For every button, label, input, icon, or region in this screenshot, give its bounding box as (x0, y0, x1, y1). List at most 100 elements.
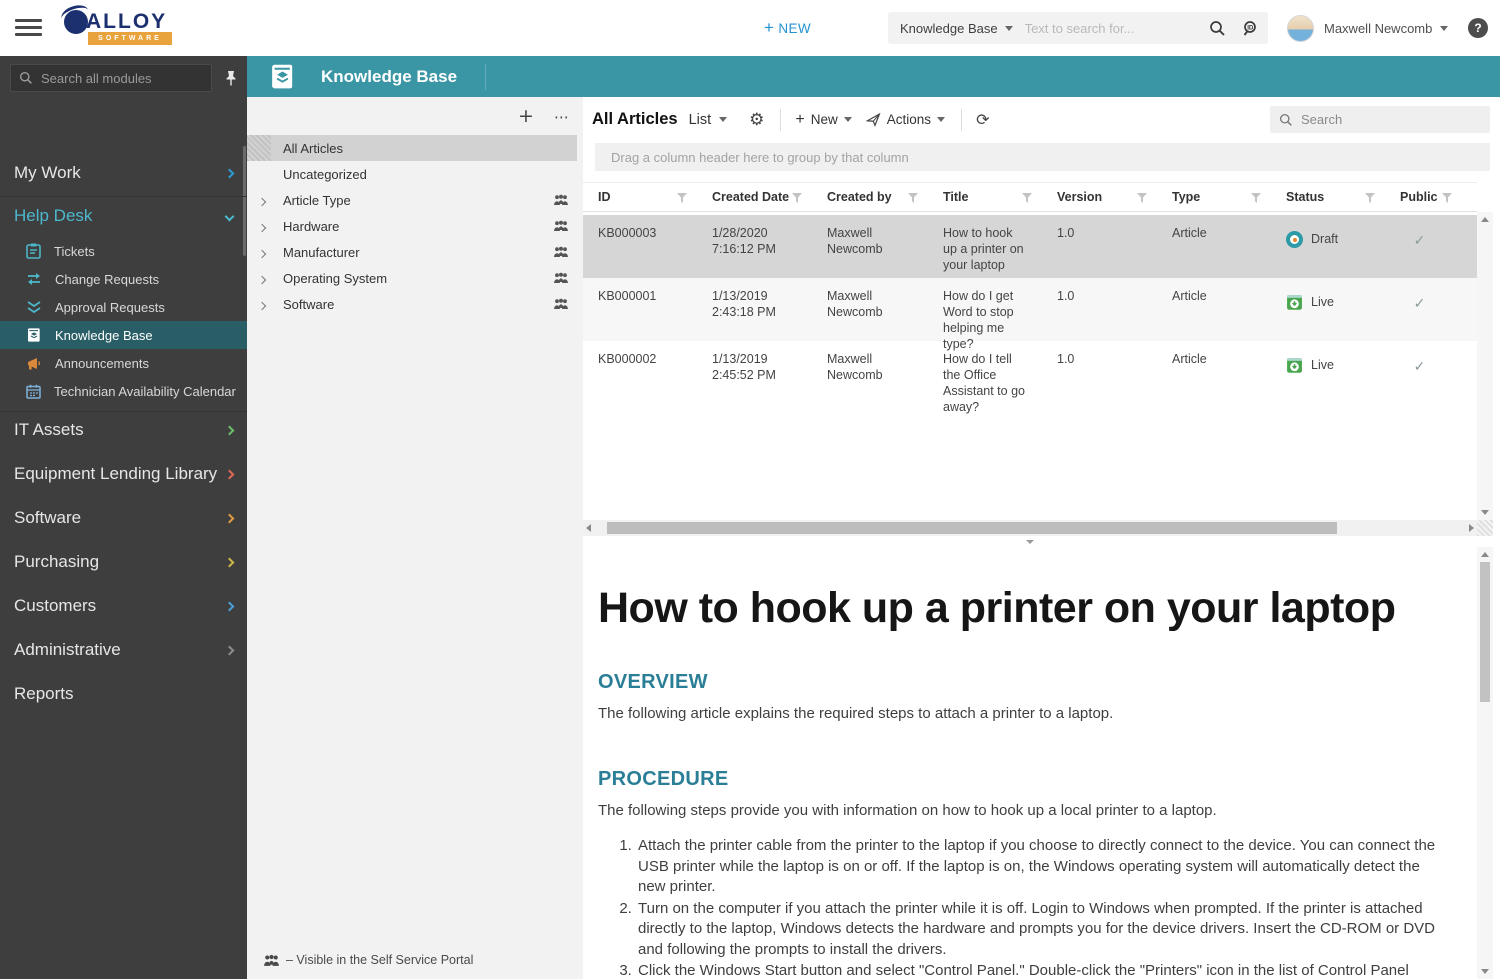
expander-chevron-icon[interactable] (257, 245, 267, 260)
tree-item-manufacturer[interactable]: Manufacturer (247, 239, 583, 265)
column-header-title[interactable]: Title (928, 183, 1042, 211)
sidebar-group-help-desk[interactable]: Help Desk (0, 194, 247, 238)
sidebar-item-announcements[interactable]: Announcements (0, 349, 247, 377)
table-row[interactable]: KB000002 1/13/2019 2:45:52 PM Maxwell Ne… (583, 341, 1477, 414)
add-category-button[interactable]: + (513, 105, 539, 129)
logo-ball-icon (64, 10, 88, 34)
column-header-version[interactable]: Version (1042, 183, 1157, 211)
table-row[interactable]: KB000001 1/13/2019 2:43:18 PM Maxwell Ne… (583, 278, 1477, 351)
sidebar-item-it-assets[interactable]: IT Assets (0, 408, 247, 452)
search-by-id-button[interactable]: ID (1234, 12, 1268, 44)
chevron-down-icon (719, 117, 728, 122)
sidebar-item-technician-availability-calendar[interactable]: Technician Availability Calendar (0, 377, 247, 405)
column-header-created-date[interactable]: Created Date (697, 183, 812, 211)
search-button[interactable] (1200, 12, 1234, 44)
global-search-input[interactable] (1024, 20, 1200, 36)
new-article-button[interactable]: + New (795, 111, 852, 129)
refresh-button[interactable]: ⟳ (976, 110, 989, 129)
knowledge-base-icon (26, 327, 42, 343)
sidebar-item-software[interactable]: Software (0, 496, 247, 540)
article-vertical-scrollbar[interactable] (1477, 547, 1493, 979)
tree-item-operating-system[interactable]: Operating System (247, 265, 583, 291)
scroll-left-arrow[interactable] (586, 524, 591, 532)
expander-chevron-icon[interactable] (257, 297, 267, 312)
scroll-down-arrow[interactable] (1481, 510, 1489, 515)
filter-funnel-icon[interactable] (792, 193, 802, 203)
sidebar: My Work Help Desk Tickets Change Request… (0, 56, 247, 979)
filter-funnel-icon[interactable] (1365, 193, 1375, 203)
expander-chevron-icon[interactable] (257, 271, 267, 286)
actions-button[interactable]: Actions (865, 112, 946, 127)
group-by-bar[interactable]: Drag a column header here to group by th… (595, 143, 1490, 171)
sidebar-group-label: Equipment Lending Library (14, 464, 218, 483)
procedure-heading: PROCEDURE (598, 768, 729, 790)
sidebar-item-administrative[interactable]: Administrative (0, 628, 247, 672)
tree-item-uncategorized[interactable]: Uncategorized (247, 161, 583, 187)
panel-splitter[interactable] (583, 536, 1477, 547)
scroll-right-arrow[interactable] (1469, 524, 1474, 532)
sidebar-item-approval-requests[interactable]: Approval Requests (0, 293, 247, 321)
avatar[interactable] (1287, 15, 1314, 42)
help-button[interactable]: ? (1468, 18, 1488, 38)
settings-gear-button[interactable]: ⚙ (749, 110, 764, 130)
sidebar-item-label: Knowledge Base (55, 327, 153, 343)
sidebar-item-my-work[interactable]: My Work (0, 151, 247, 195)
more-options-button[interactable]: ⋯ (549, 105, 575, 129)
horizontal-scrollbar[interactable] (583, 520, 1477, 536)
sidebar-item-change-requests[interactable]: Change Requests (0, 265, 247, 293)
tree-item-hardware[interactable]: Hardware (247, 213, 583, 239)
tree-item-label: Article Type (283, 192, 351, 208)
view-selector[interactable]: List (689, 112, 728, 128)
tree-item-label: Hardware (283, 218, 340, 234)
column-header-public[interactable]: Public (1385, 183, 1462, 211)
list-search-input[interactable] (1301, 112, 1481, 127)
column-header-created-by[interactable]: Created by (812, 183, 928, 211)
tree-item-software[interactable]: Software (247, 291, 583, 317)
search-icon (1279, 113, 1293, 127)
table-vertical-scrollbar[interactable] (1477, 212, 1493, 520)
table-row[interactable]: KB000003 1/28/2020 7:16:12 PM Maxwell Ne… (583, 215, 1477, 278)
filter-funnel-icon[interactable] (677, 193, 687, 203)
filter-funnel-icon[interactable] (908, 193, 918, 203)
scroll-down-arrow[interactable] (1481, 969, 1489, 974)
scrollbar-corner (1477, 520, 1493, 536)
sidebar-item-reports[interactable]: Reports (0, 672, 247, 716)
filter-funnel-icon[interactable] (1442, 193, 1452, 203)
sidebar-item-purchasing[interactable]: Purchasing (0, 540, 247, 584)
vertical-scroll-thumb[interactable] (1480, 562, 1490, 702)
svg-text:ID: ID (1247, 24, 1254, 31)
filter-funnel-icon[interactable] (1251, 193, 1261, 203)
column-header-type[interactable]: Type (1157, 183, 1271, 211)
actions-send-icon (865, 112, 881, 127)
chevron-down-icon (1440, 26, 1449, 31)
horizontal-scroll-thumb[interactable] (607, 522, 1337, 534)
hamburger-menu-icon[interactable] (15, 19, 42, 37)
expander-chevron-icon[interactable] (257, 193, 267, 208)
pin-sidebar-icon[interactable] (220, 66, 242, 90)
module-title: Knowledge Base (321, 66, 458, 86)
sidebar-item-equipment-lending-library[interactable]: Equipment Lending Library (0, 452, 247, 496)
scroll-up-arrow[interactable] (1481, 217, 1489, 222)
user-menu[interactable]: Maxwell Newcomb (1324, 21, 1449, 36)
sidebar-item-customers[interactable]: Customers (0, 584, 247, 628)
cell-status: Live (1271, 341, 1385, 404)
column-header-status[interactable]: Status (1271, 183, 1385, 211)
filter-funnel-icon[interactable] (1137, 193, 1147, 203)
sidebar-search-input[interactable] (41, 70, 203, 86)
filter-funnel-icon[interactable] (1022, 193, 1032, 203)
self-service-portal-icon (553, 298, 569, 310)
tree-item-all-articles[interactable]: All Articles (247, 135, 577, 161)
tree-item-label: Uncategorized (283, 166, 367, 182)
cell-title: How to hook up a printer on your laptop (943, 226, 1024, 272)
search-scope-dropdown[interactable]: Knowledge Base (888, 21, 1025, 36)
tree-item-article-type[interactable]: Article Type (247, 187, 583, 213)
cell-id: KB000001 (598, 289, 657, 303)
column-header-id[interactable]: ID (583, 183, 697, 211)
new-button-label: NEW (778, 20, 812, 36)
sidebar-item-knowledge-base[interactable]: Knowledge Base (0, 321, 247, 349)
new-button[interactable]: + NEW (764, 18, 811, 38)
expander-chevron-icon[interactable] (257, 219, 267, 234)
scroll-up-arrow[interactable] (1481, 552, 1489, 557)
chevron-right-icon (224, 645, 235, 655)
sidebar-item-tickets[interactable]: Tickets (0, 237, 247, 265)
